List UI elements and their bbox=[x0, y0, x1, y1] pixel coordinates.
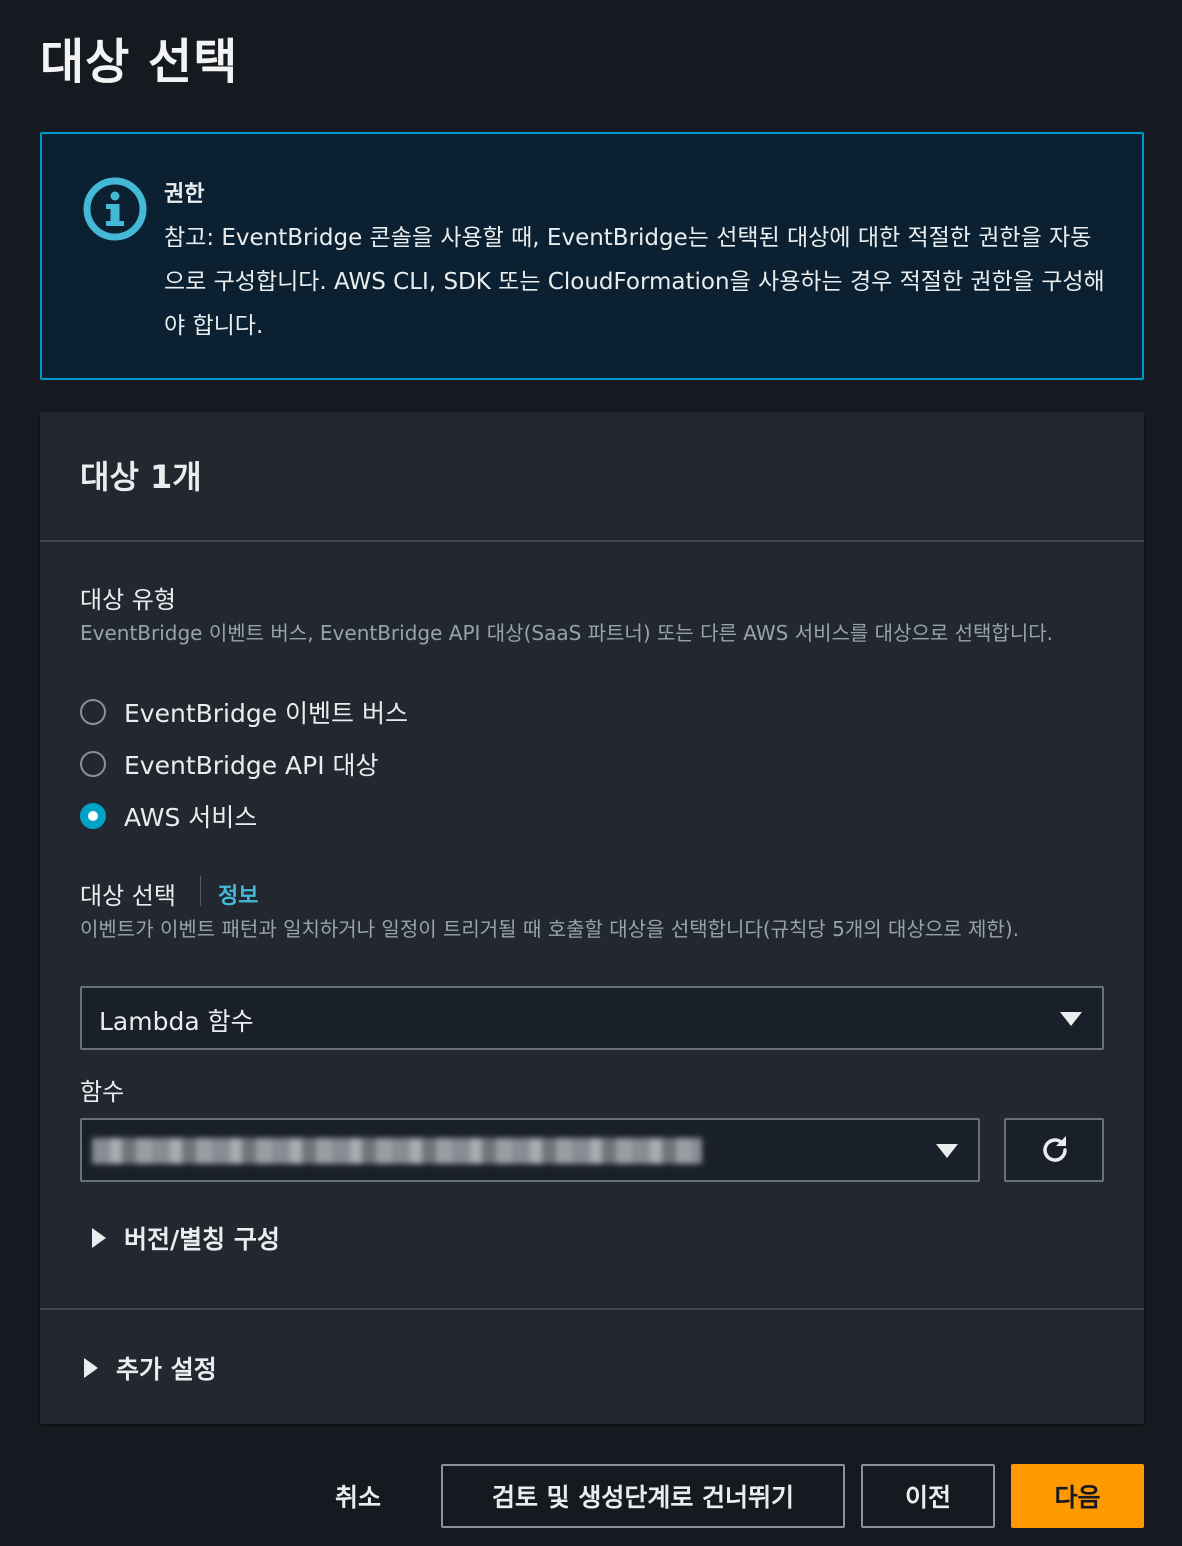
info-circle-icon bbox=[83, 177, 147, 241]
target-panel: 대상 1개 대상 유형 EventBridge 이벤트 버스, EventBri… bbox=[40, 412, 1144, 1424]
caret-down-icon bbox=[936, 1144, 958, 1158]
expander-label: 버전/별칭 구성 bbox=[124, 1225, 280, 1254]
caret-right-icon bbox=[92, 1228, 106, 1248]
radio-label: EventBridge 이벤트 버스 bbox=[124, 699, 409, 728]
caret-right-icon bbox=[84, 1358, 98, 1378]
refresh-icon bbox=[1043, 1136, 1067, 1162]
radio-label: AWS 서비스 bbox=[124, 803, 258, 832]
radio-eventbridge-bus[interactable]: EventBridge 이벤트 버스 bbox=[80, 692, 408, 732]
panel-title: 대상 1개 bbox=[80, 458, 202, 496]
panel-divider bbox=[40, 540, 1144, 542]
previous-button[interactable]: 이전 bbox=[861, 1464, 995, 1528]
cancel-button[interactable]: 취소 bbox=[310, 1464, 406, 1528]
target-service-value: Lambda 함수 bbox=[99, 1007, 254, 1036]
expander-label: 추가 설정 bbox=[116, 1355, 217, 1384]
alert-title: 권한 bbox=[164, 182, 205, 207]
radio-eventbridge-api-destination[interactable]: EventBridge API 대상 bbox=[80, 744, 379, 784]
radio-label: EventBridge API 대상 bbox=[124, 751, 379, 780]
caret-down-icon bbox=[1060, 1012, 1082, 1026]
target-type-label: 대상 유형 bbox=[80, 586, 176, 614]
target-type-description: EventBridge 이벤트 버스, EventBridge API 대상(S… bbox=[80, 621, 1053, 645]
label-separator bbox=[200, 876, 201, 906]
redacted-function-name bbox=[92, 1138, 702, 1164]
radio-button-selected[interactable] bbox=[80, 803, 106, 829]
alert-text: 참고: EventBridge 콘솔을 사용할 때, EventBridge는 … bbox=[164, 225, 1105, 339]
version-alias-expander[interactable]: 버전/별칭 구성 bbox=[92, 1220, 280, 1256]
page: 대상 선택 권한 참고: EventBridge 콘솔을 사용할 때, Even… bbox=[0, 0, 1182, 1546]
panel-header: 대상 1개 bbox=[40, 412, 1144, 542]
radio-aws-service[interactable]: AWS 서비스 bbox=[80, 796, 257, 836]
page-title: 대상 선택 bbox=[40, 34, 239, 90]
select-target-description: 이벤트가 이벤트 패턴과 일치하거나 일정이 트리거될 때 호출할 대상을 선택… bbox=[80, 917, 1019, 941]
radio-button[interactable] bbox=[80, 699, 106, 725]
radio-button[interactable] bbox=[80, 751, 106, 777]
next-button[interactable]: 다음 bbox=[1011, 1464, 1144, 1528]
skip-to-review-button[interactable]: 검토 및 생성단계로 건너뛰기 bbox=[441, 1464, 845, 1528]
function-label: 함수 bbox=[80, 1078, 125, 1106]
info-link[interactable]: 정보 bbox=[218, 878, 258, 910]
function-select[interactable] bbox=[80, 1118, 980, 1182]
target-service-select[interactable]: Lambda 함수 bbox=[80, 986, 1104, 1050]
refresh-button[interactable] bbox=[1004, 1118, 1104, 1182]
additional-settings-expander[interactable]: 추가 설정 bbox=[84, 1350, 217, 1386]
select-target-label: 대상 선택 bbox=[80, 882, 176, 910]
panel-divider bbox=[40, 1308, 1144, 1310]
permissions-alert: 권한 참고: EventBridge 콘솔을 사용할 때, EventBridg… bbox=[40, 132, 1144, 380]
